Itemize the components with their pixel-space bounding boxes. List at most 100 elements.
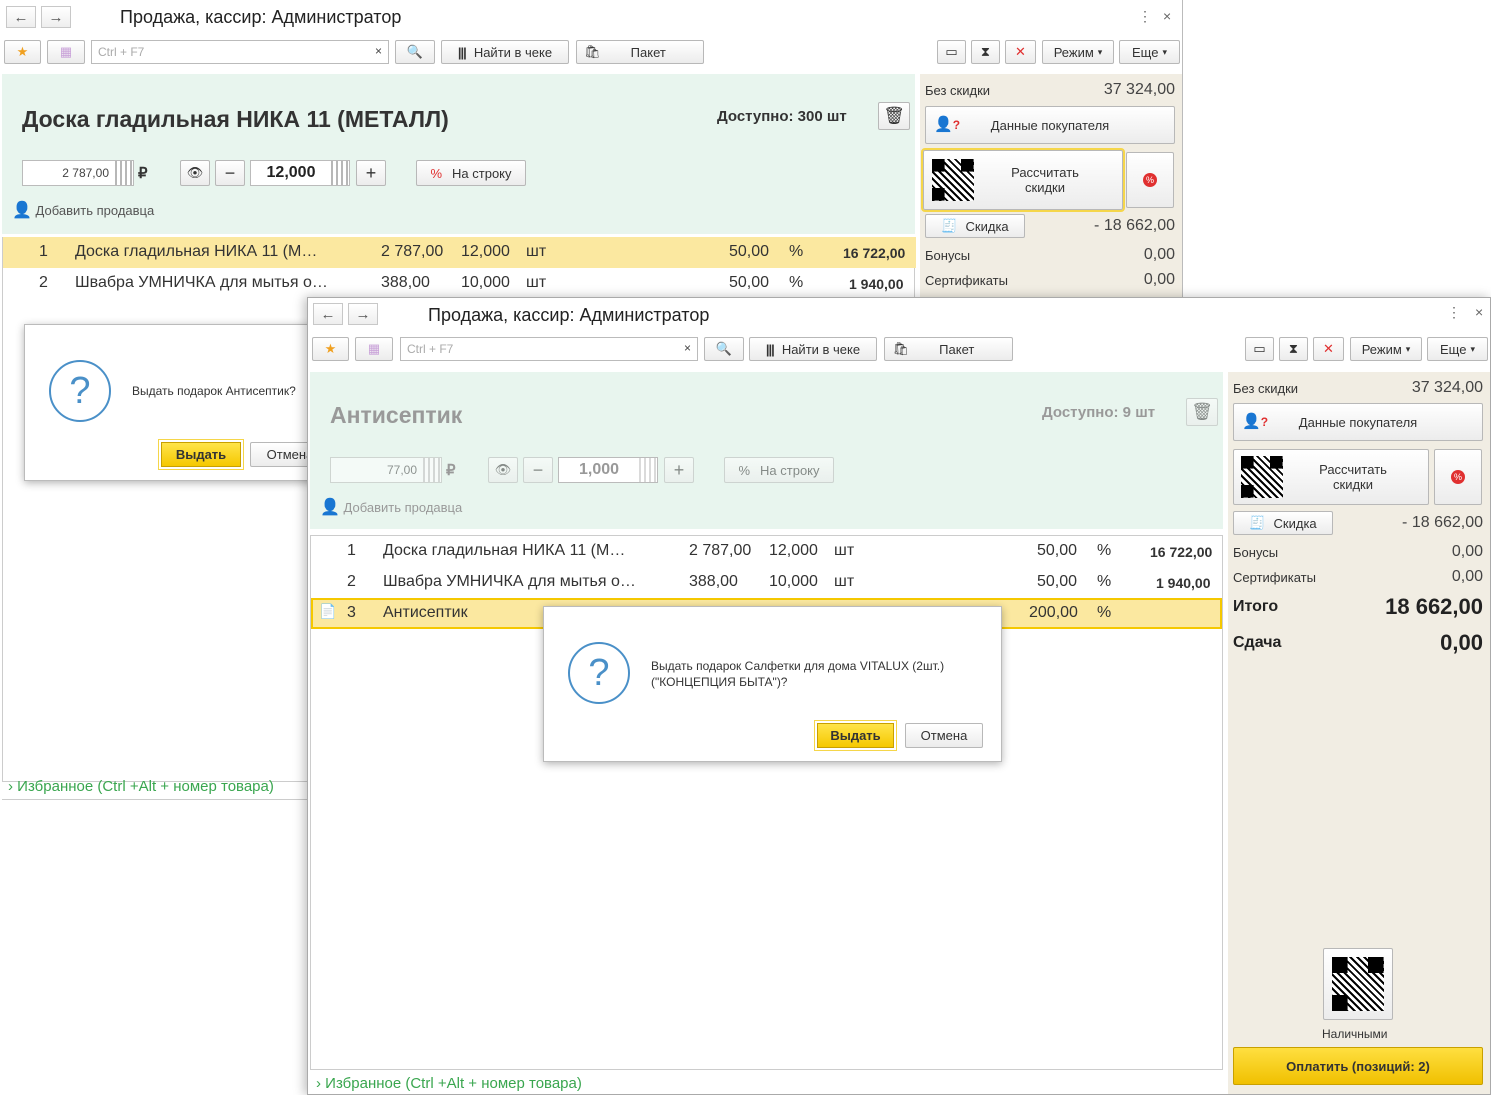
back-button[interactable]: ← <box>313 303 343 325</box>
change-label: Сдача <box>1233 634 1282 651</box>
mode-dropdown[interactable]: Режим ▾ <box>1042 40 1114 64</box>
search-button[interactable]: 🔍 <box>704 337 744 361</box>
row-number: 3 <box>347 604 356 621</box>
product-name: Доска гладильная НИКА 11 (МЕТАЛЛ) <box>22 106 449 132</box>
kebab-menu-icon[interactable]: ⋮ <box>1447 304 1461 321</box>
discount-label: Скидка <box>1273 515 1317 531</box>
table-row[interactable]: 2 Швабра УМНИЧКА для мытья о… 388,00 10,… <box>3 268 916 299</box>
pause-button[interactable]: ⧗ <box>1279 337 1308 361</box>
favorites-expander[interactable]: › Избранное (Ctrl +Alt + номер товара) <box>8 778 274 795</box>
favorites-expander[interactable]: › Избранное (Ctrl +Alt + номер товара) <box>316 1075 582 1092</box>
apps-grid-button[interactable]: ▦ <box>355 337 393 361</box>
cancel-receipt-button[interactable]: ✕ <box>1313 337 1344 361</box>
favorites-star-button[interactable]: ★ <box>4 40 41 64</box>
person-question-icon: 👤? <box>934 116 961 133</box>
row-price: 2 787,00 <box>381 243 444 260</box>
kebab-menu-icon[interactable]: ⋮ <box>1138 8 1152 25</box>
cash-payment-button[interactable] <box>1323 948 1393 1020</box>
manual-discount-button[interactable]: % <box>1434 449 1482 505</box>
currency-sign: ₽ <box>446 462 456 479</box>
decrease-qty-button[interactable]: − <box>215 160 245 186</box>
more-label: Еще <box>1132 44 1159 60</box>
mode-dropdown[interactable]: Режим ▾ <box>1350 337 1422 361</box>
calc-discounts-button[interactable]: Рассчитать скидки <box>921 148 1125 212</box>
back-button[interactable]: ← <box>6 6 36 28</box>
package-button[interactable]: 🛍 Пакет <box>576 40 704 64</box>
calc-discounts-button[interactable]: Рассчитать скидки <box>1233 449 1429 505</box>
star-icon: ★ <box>324 341 337 356</box>
keypad-icon[interactable] <box>423 458 441 482</box>
gift-dialog: ? Выдать подарок Салфетки для дома VITAL… <box>543 606 1002 762</box>
issue-button[interactable]: Выдать <box>158 439 244 470</box>
per-line-discount-button[interactable]: % На строку <box>724 457 834 483</box>
table-row[interactable]: 1 Доска гладильная НИКА 11 (М… 2 787,00 … <box>311 536 1222 567</box>
per-line-discount-button[interactable]: % На строку <box>416 160 526 186</box>
row-number: 2 <box>39 274 48 291</box>
table-row[interactable]: 1 Доска гладильная НИКА 11 (М… 2 787,00 … <box>3 237 916 268</box>
bonuses-value: 0,00 <box>1451 543 1483 560</box>
product-name: Антисептик <box>330 402 463 428</box>
package-button[interactable]: 🛍 Пакет <box>884 337 1013 361</box>
buyer-data-button[interactable]: 👤? Данные покупателя <box>925 106 1175 144</box>
buyer-data-button[interactable]: 👤? Данные покупателя <box>1233 403 1483 441</box>
add-seller-link[interactable]: 👤 Добавить продавца <box>12 200 154 220</box>
forward-button[interactable]: → <box>348 303 378 325</box>
row-sum: 16 722,00 <box>1150 544 1213 560</box>
delete-button[interactable]: 🗑 <box>1186 398 1218 426</box>
delete-button[interactable]: 🗑 <box>878 102 910 130</box>
discount-button[interactable]: 🧾 Скидка <box>925 214 1025 238</box>
percent-icon: % <box>430 165 443 181</box>
certificates-label: Сертификаты <box>1233 570 1316 585</box>
keypad-icon[interactable] <box>331 161 349 185</box>
row-sum: 16 722,00 <box>843 245 906 261</box>
clear-icon[interactable]: × <box>375 44 382 58</box>
comment-button[interactable]: ▭ <box>937 40 966 64</box>
comment-button[interactable]: ▭ <box>1245 337 1274 361</box>
view-button[interactable]: 👁 <box>488 457 518 483</box>
forward-button[interactable]: → <box>41 6 71 28</box>
row-sum: 1 940,00 <box>849 276 904 292</box>
more-dropdown[interactable]: Еще ▾ <box>1427 337 1488 361</box>
more-dropdown[interactable]: Еще ▾ <box>1119 40 1180 64</box>
issue-button[interactable]: Выдать <box>814 720 897 751</box>
increase-qty-button[interactable]: + <box>664 457 694 483</box>
red-x-icon: ✕ <box>1323 341 1334 356</box>
favorites-star-button[interactable]: ★ <box>312 337 349 361</box>
search-button[interactable]: 🔍 <box>395 40 435 64</box>
row-qty: 12,000 <box>769 542 818 559</box>
speech-bubble-icon: ▭ <box>945 44 958 59</box>
close-icon[interactable]: × <box>1163 8 1171 24</box>
caret-down-icon: ▾ <box>1097 46 1103 57</box>
clear-icon[interactable]: × <box>684 341 691 355</box>
no-discount-value: 37 324,00 <box>1103 81 1175 98</box>
discount-button[interactable]: 🧾 Скидка <box>1233 511 1333 535</box>
view-button[interactable]: 👁 <box>180 160 210 186</box>
total-value: 18 662,00 <box>1385 594 1483 619</box>
cancel-button[interactable]: Отмена <box>905 723 983 748</box>
find-in-receipt-button[interactable]: ||| Найти в чеке <box>749 337 877 361</box>
person-icon: 👤 <box>12 202 32 219</box>
row-percent: % <box>789 274 804 291</box>
find-in-receipt-button[interactable]: ||| Найти в чеке <box>441 40 569 64</box>
pay-button[interactable]: Оплатить (позиций: 2) <box>1233 1047 1483 1085</box>
currency-sign: ₽ <box>138 165 148 182</box>
per-line-label: На строку <box>760 462 820 478</box>
add-seller-link[interactable]: 👤 Добавить продавца <box>320 497 462 517</box>
keypad-icon[interactable] <box>115 161 133 185</box>
manual-discount-button[interactable]: % <box>1126 152 1174 208</box>
table-row[interactable]: 2 Швабра УМНИЧКА для мытья о… 388,00 10,… <box>311 567 1222 598</box>
increase-qty-button[interactable]: + <box>356 160 386 186</box>
certificates-label: Сертификаты <box>925 273 1008 288</box>
search-input[interactable]: Ctrl + F7 × <box>400 337 698 361</box>
row-price: 388,00 <box>689 573 738 590</box>
search-input[interactable]: Ctrl + F7 × <box>91 40 389 64</box>
apps-grid-button[interactable]: ▦ <box>47 40 85 64</box>
plus-icon: + <box>365 162 377 183</box>
decrease-qty-button[interactable]: − <box>523 457 553 483</box>
row-name: Швабра УМНИЧКА для мытья о… <box>383 573 636 590</box>
cancel-receipt-button[interactable]: ✕ <box>1005 40 1036 64</box>
row-name: Швабра УМНИЧКА для мытья о… <box>75 274 328 291</box>
keypad-icon[interactable] <box>639 458 657 482</box>
close-icon[interactable]: × <box>1475 304 1483 320</box>
pause-button[interactable]: ⧗ <box>971 40 1000 64</box>
